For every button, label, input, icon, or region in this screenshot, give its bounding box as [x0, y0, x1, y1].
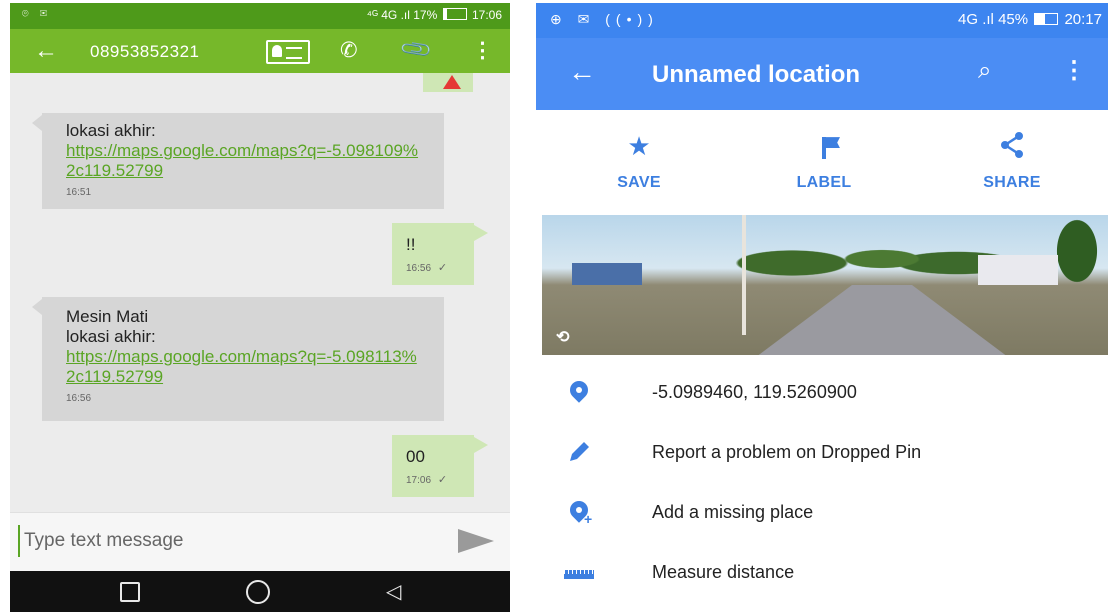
- status-right: 4G .ıl 45% 20:17: [958, 11, 1102, 28]
- flag-icon: [764, 130, 884, 162]
- message-time-row: 16:56 ✓: [406, 261, 460, 274]
- delivered-check-icon: ✓: [437, 262, 448, 274]
- add-place-text: Add a missing place: [652, 502, 814, 522]
- nav-back-icon[interactable]: ◁: [386, 579, 401, 604]
- overflow-menu-icon[interactable]: ⋮: [472, 38, 493, 63]
- status-bar: ⌾ ✉ ⁴ᴳ 4G .ıl 17% 17:06: [10, 3, 510, 29]
- message-time: 16:51: [66, 187, 92, 198]
- send-icon[interactable]: [458, 529, 494, 553]
- system-nav-bar: ◁: [10, 571, 510, 612]
- warning-icon: [443, 75, 461, 89]
- home-icon[interactable]: [246, 580, 270, 604]
- report-text: Report a problem on Dropped Pin: [652, 442, 922, 462]
- pencil-icon: [564, 439, 594, 467]
- action-row: ★ SAVE LABEL SHARE: [536, 110, 1108, 208]
- phone-call-icon[interactable]: ✆: [340, 38, 358, 63]
- notification-icons: ⊕ ✉ ((•)): [550, 11, 659, 27]
- save-label: SAVE: [617, 174, 661, 191]
- location-pin-icon: [564, 377, 594, 407]
- place-title: Unnamed location: [652, 61, 861, 88]
- rotate-360-icon: ⟲: [556, 329, 570, 346]
- contact-number: 08953852321: [90, 42, 200, 61]
- label-label: LABEL: [796, 174, 852, 191]
- battery-percent: 45%: [998, 11, 1029, 28]
- label-button[interactable]: LABEL: [764, 130, 884, 192]
- maps-link[interactable]: https://maps.google.com/maps?q=-5.098109…: [66, 141, 420, 181]
- battery-icon: [442, 8, 467, 20]
- message-text: !!: [406, 235, 416, 254]
- clock: 17:06: [471, 8, 502, 22]
- back-arrow-icon[interactable]: ←: [568, 56, 596, 88]
- add-place-row[interactable]: + Add a missing place: [536, 485, 1108, 541]
- measure-distance-row[interactable]: Measure distance: [536, 545, 1108, 601]
- status-bar: ⊕ ✉ ((•)) 4G .ıl 45% 20:17: [536, 3, 1108, 38]
- star-icon: ★: [627, 131, 651, 161]
- network-indicator: 4G .ıl: [958, 11, 994, 28]
- place-header: ← Unnamed location ⌕ ⋮: [536, 38, 1108, 110]
- overflow-menu-icon[interactable]: ⋮: [1062, 56, 1086, 85]
- back-arrow-icon[interactable]: ←: [34, 37, 58, 65]
- maps-link[interactable]: https://maps.google.com/maps?q=-5.098113…: [66, 347, 420, 387]
- save-button[interactable]: ★ SAVE: [579, 130, 699, 192]
- conversation-header: ← 08953852321 ✆ 📎 ⋮: [10, 29, 510, 73]
- sms-screen: ⌾ ✉ ⁴ᴳ 4G .ıl 17% 17:06 ← 08953852321 ✆ …: [10, 3, 510, 612]
- message-bubble-incoming[interactable]: Mesin Mati lokasi akhir: https://maps.go…: [32, 297, 444, 421]
- message-bubble-outgoing[interactable]: 00 17:06 ✓: [392, 435, 488, 497]
- maps-screen: ⊕ ✉ ((•)) 4G .ıl 45% 20:17 ← Unnamed loc…: [536, 3, 1108, 612]
- message-time: 17:06: [406, 475, 432, 486]
- photo-building: [572, 263, 642, 285]
- message-text-line-2: lokasi akhir:: [66, 327, 156, 346]
- share-label: SHARE: [983, 174, 1041, 191]
- measure-text: Measure distance: [652, 562, 795, 582]
- coordinates-row[interactable]: -5.0989460, 119.5260900: [536, 365, 1108, 421]
- photo-road: [732, 285, 1032, 355]
- message-time-row: 17:06 ✓: [406, 473, 460, 486]
- message-input[interactable]: [18, 525, 446, 557]
- recents-icon[interactable]: [120, 582, 140, 602]
- report-problem-row[interactable]: Report a problem on Dropped Pin: [536, 425, 1108, 481]
- message-text: lokasi akhir:: [66, 121, 156, 140]
- contact-card-icon[interactable]: [266, 40, 310, 64]
- compose-bar: [10, 512, 510, 571]
- battery-icon: [1034, 13, 1059, 25]
- battery-percent: 17%: [413, 8, 438, 22]
- notification-icons: ⌾ ✉: [22, 8, 52, 20]
- coordinates-text: -5.0989460, 119.5260900: [652, 382, 857, 402]
- search-icon[interactable]: ⌕: [978, 57, 991, 85]
- network-indicator: ⁴ᴳ 4G .ıl: [366, 8, 410, 22]
- message-text-line-1: Mesin Mati: [66, 307, 149, 326]
- photo-trees: [702, 215, 1002, 295]
- share-icon: [952, 130, 1072, 162]
- message-time: 16:56: [66, 393, 92, 404]
- previous-message-stub: [423, 73, 473, 92]
- status-right: ⁴ᴳ 4G .ıl 17% 17:06: [367, 8, 502, 22]
- delivered-check-icon: ✓: [437, 474, 448, 486]
- message-bubble-incoming[interactable]: lokasi akhir: https://maps.google.com/ma…: [32, 113, 444, 209]
- message-bubble-outgoing[interactable]: !! 16:56 ✓: [392, 223, 488, 285]
- street-view-photo[interactable]: ⟲: [542, 215, 1108, 355]
- add-location-icon: +: [564, 497, 594, 527]
- message-text: 00: [406, 447, 425, 466]
- paperclip-icon[interactable]: 📎: [399, 32, 434, 67]
- ruler-icon: [564, 559, 594, 587]
- clock: 20:17: [1064, 11, 1102, 28]
- share-button[interactable]: SHARE: [952, 130, 1072, 192]
- photo-building: [978, 255, 1058, 285]
- message-time: 16:56: [406, 263, 432, 274]
- photo-pole: [742, 215, 746, 335]
